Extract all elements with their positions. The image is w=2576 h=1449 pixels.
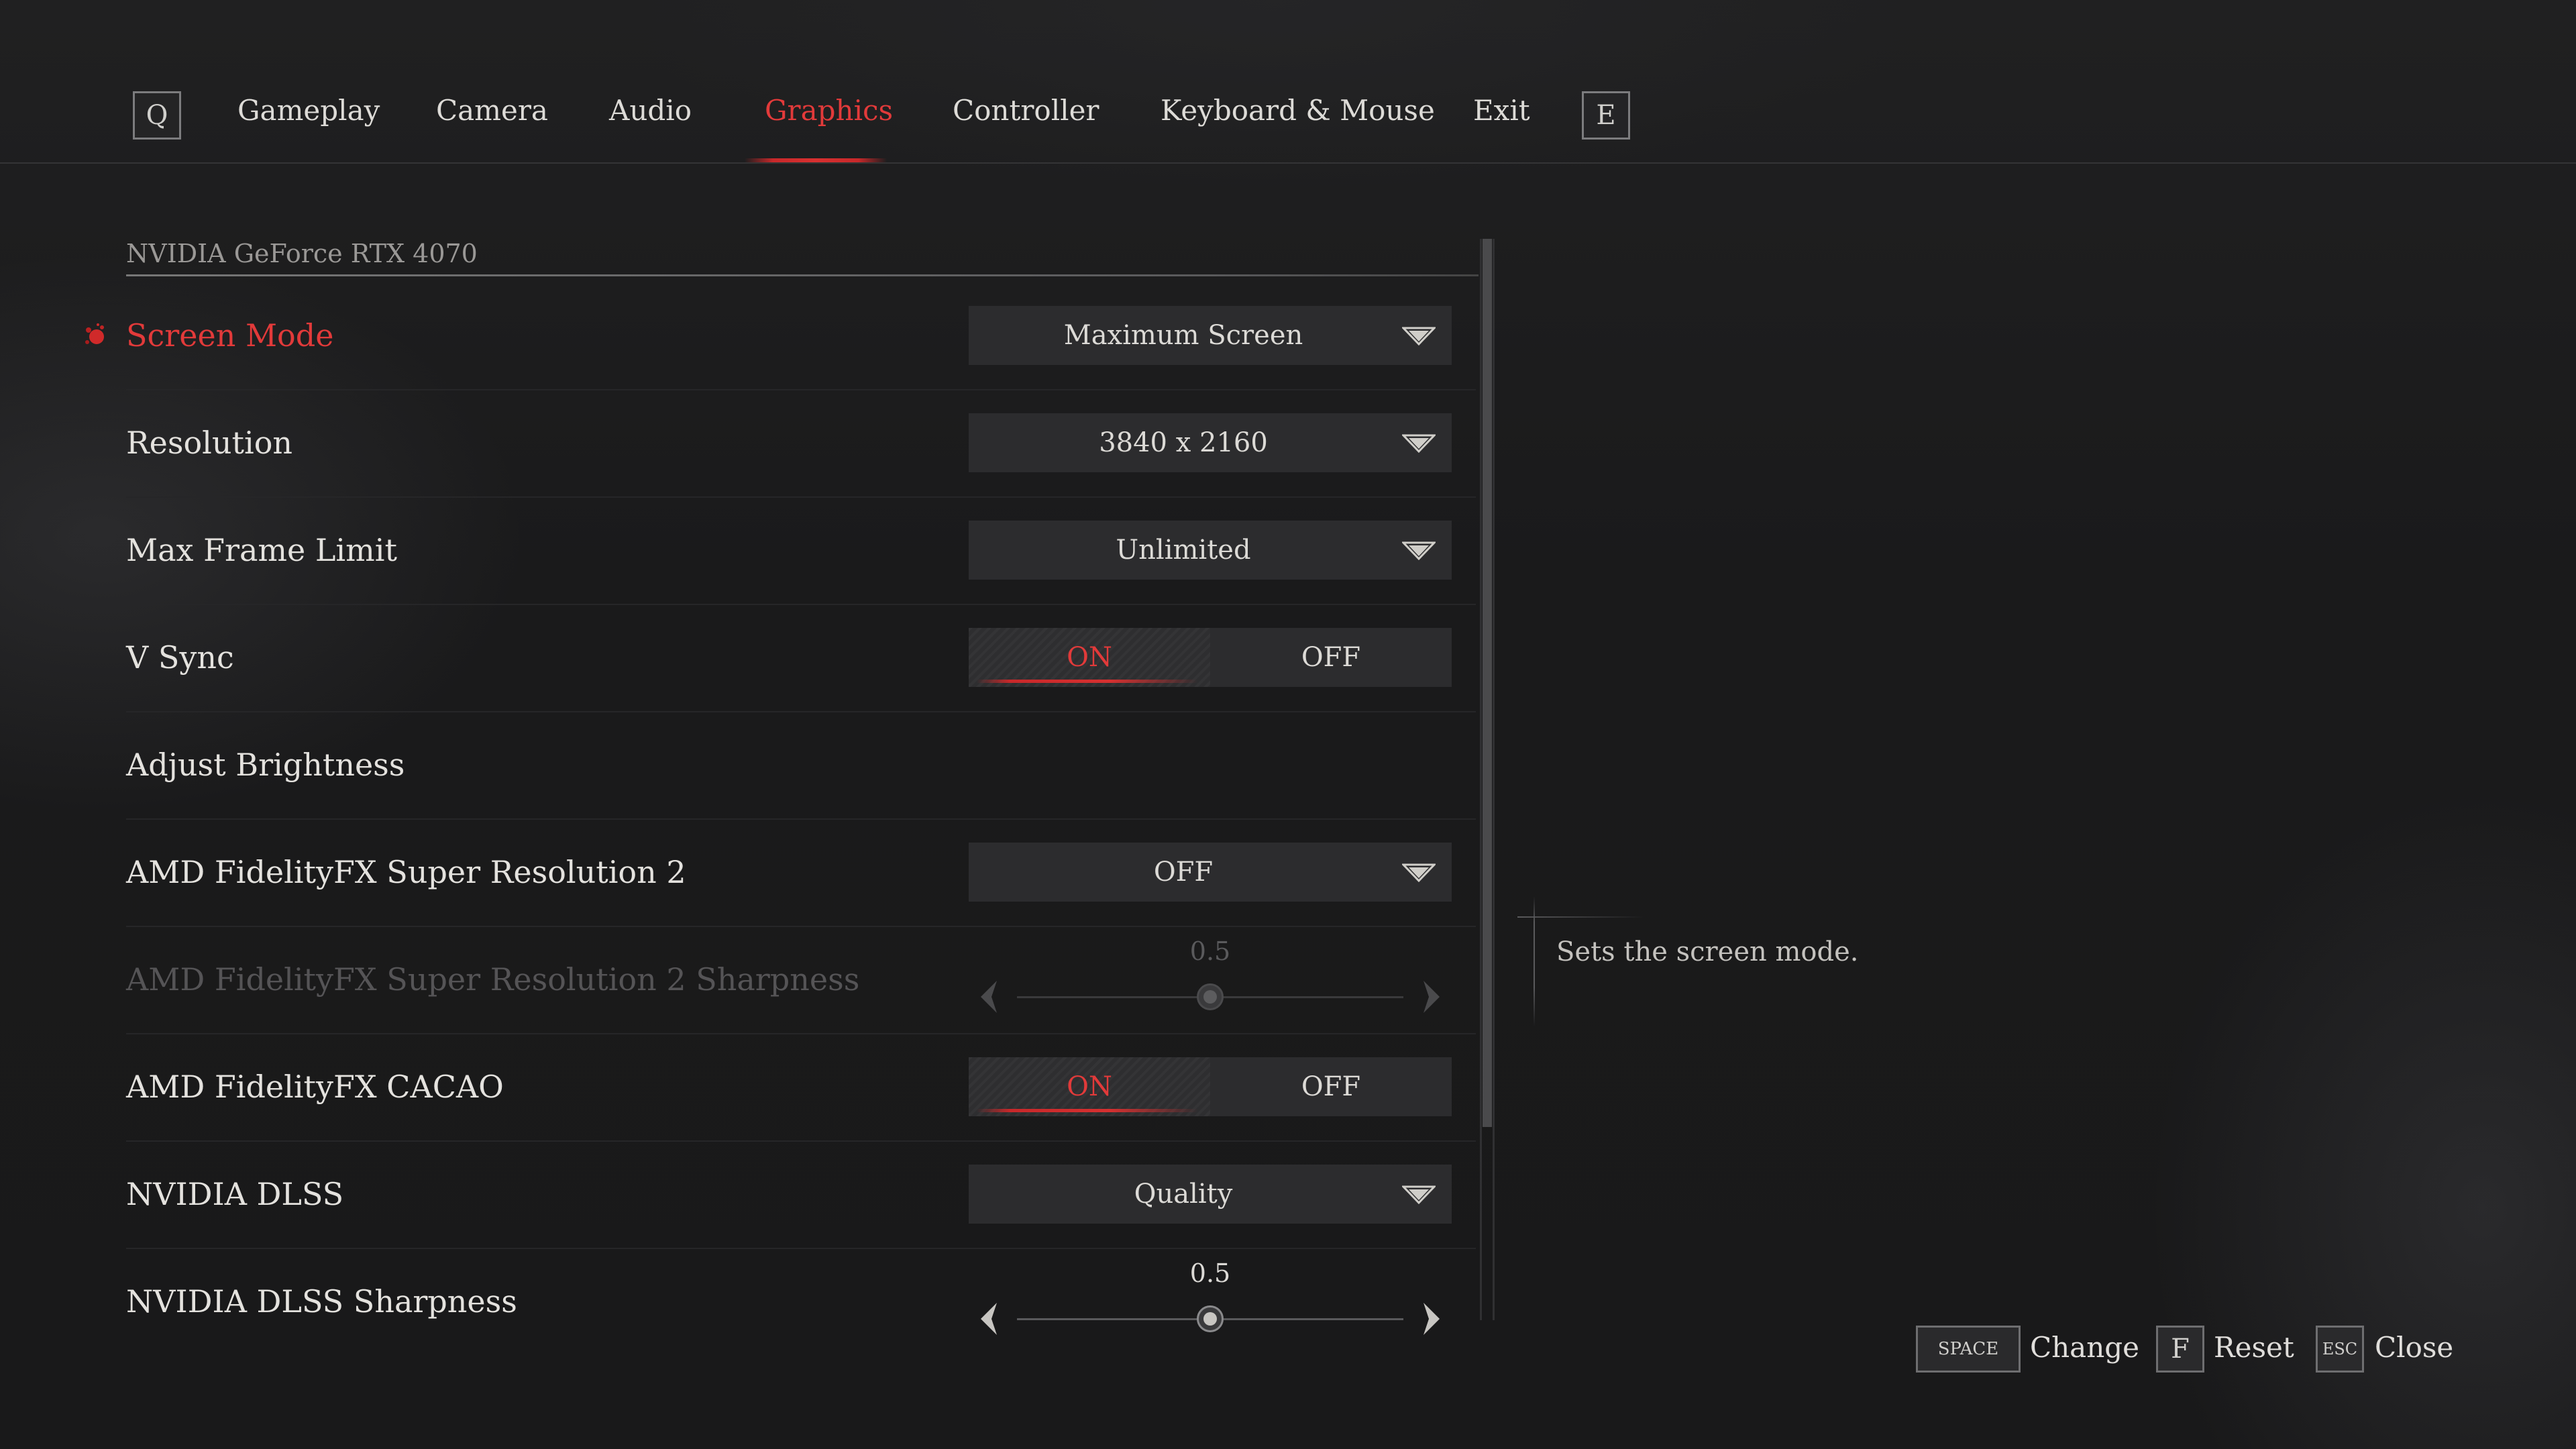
tab-keyboard-mouse[interactable]: Keyboard & Mouse bbox=[1161, 94, 1435, 127]
chevron-down-icon bbox=[1402, 541, 1436, 560]
toggle-active-underline bbox=[977, 1109, 1198, 1112]
chevron-down-icon bbox=[1402, 863, 1436, 882]
chevron-down-icon bbox=[1402, 1185, 1436, 1204]
chevron-down-icon bbox=[1402, 327, 1436, 345]
setting-label: Max Frame Limit bbox=[126, 532, 397, 568]
change-hint-label[interactable]: Change bbox=[2030, 1331, 2139, 1364]
screen-mode-dropdown[interactable]: Maximum Screen bbox=[969, 306, 1452, 365]
esc-key-icon[interactable]: ESC bbox=[2316, 1326, 2364, 1373]
max-frame-limit-dropdown[interactable]: Unlimited bbox=[969, 521, 1452, 580]
nvidia-dlss-dropdown[interactable]: Quality bbox=[969, 1165, 1452, 1224]
gpu-name: NVIDIA GeForce RTX 4070 bbox=[126, 239, 478, 268]
resolution-dropdown[interactable]: 3840 x 2160 bbox=[969, 413, 1452, 472]
setting-row-max-frame-limit[interactable]: Max Frame Limit Unlimited bbox=[126, 496, 1476, 605]
setting-row-nvidia-dlss-sharpness[interactable]: NVIDIA DLSS Sharpness 0.5 bbox=[126, 1248, 1476, 1355]
slider-value: 0.5 bbox=[1189, 936, 1231, 966]
setting-label: V Sync bbox=[126, 639, 234, 676]
chevron-right-icon bbox=[1424, 981, 1440, 1013]
prev-tab-key-q[interactable]: Q bbox=[133, 91, 181, 140]
f-key-icon[interactable]: F bbox=[2156, 1326, 2204, 1373]
close-hint-label[interactable]: Close bbox=[2375, 1331, 2453, 1364]
setting-description: Sets the screen mode. bbox=[1556, 936, 1859, 967]
amd-cacao-toggle[interactable]: ON OFF bbox=[969, 1057, 1452, 1116]
tab-exit[interactable]: Exit bbox=[1473, 94, 1530, 127]
dropdown-value: Quality bbox=[1134, 1179, 1233, 1210]
toggle-on-option[interactable]: ON bbox=[969, 628, 1210, 687]
setting-row-adjust-brightness[interactable]: Adjust Brightness bbox=[126, 711, 1476, 820]
setting-label: NVIDIA DLSS bbox=[126, 1176, 344, 1212]
v-sync-toggle[interactable]: ON OFF bbox=[969, 628, 1452, 687]
toggle-on-option[interactable]: ON bbox=[969, 1057, 1210, 1116]
settings-scrollbar-thumb[interactable] bbox=[1483, 239, 1492, 1127]
slider-knob bbox=[1197, 983, 1224, 1010]
tab-camera[interactable]: Camera bbox=[436, 94, 548, 127]
top-navigation: Q Gameplay Camera Audio Graphics Control… bbox=[0, 0, 2576, 164]
amd-fsr2-dropdown[interactable]: OFF bbox=[969, 843, 1452, 902]
setting-row-amd-cacao[interactable]: AMD FidelityFX CACAO ON OFF bbox=[126, 1033, 1476, 1142]
setting-row-nvidia-dlss[interactable]: NVIDIA DLSS Quality bbox=[126, 1140, 1476, 1249]
description-bracket bbox=[1517, 916, 1645, 918]
chevron-left-icon[interactable] bbox=[978, 1301, 998, 1336]
reset-hint-label[interactable]: Reset bbox=[2214, 1331, 2294, 1364]
tab-graphics[interactable]: Graphics bbox=[765, 94, 893, 127]
setting-row-v-sync[interactable]: V Sync ON OFF bbox=[126, 604, 1476, 712]
dropdown-value: OFF bbox=[1153, 857, 1214, 888]
chevron-left-icon bbox=[981, 981, 997, 1013]
amd-fsr2-sharpness-slider: 0.5 bbox=[969, 926, 1452, 1033]
setting-row-resolution[interactable]: Resolution 3840 x 2160 bbox=[126, 389, 1476, 498]
dropdown-value: Maximum Screen bbox=[1063, 320, 1303, 351]
setting-row-screen-mode[interactable]: Screen Mode Maximum Screen bbox=[85, 282, 1476, 390]
slider-value: 0.5 bbox=[1189, 1258, 1231, 1288]
dropdown-value: Unlimited bbox=[1116, 535, 1251, 566]
toggle-off-option[interactable]: OFF bbox=[1210, 628, 1452, 687]
selection-marker-icon bbox=[85, 323, 104, 344]
nvidia-dlss-sharpness-slider[interactable]: 0.5 bbox=[969, 1248, 1452, 1355]
dropdown-value: 3840 x 2160 bbox=[1099, 427, 1268, 458]
setting-row-amd-fsr2-sharpness: AMD FidelityFX Super Resolution 2 Sharpn… bbox=[126, 926, 1476, 1034]
toggle-off-option[interactable]: OFF bbox=[1210, 1057, 1452, 1116]
next-tab-key-e[interactable]: E bbox=[1582, 91, 1630, 140]
chevron-down-icon bbox=[1402, 434, 1436, 453]
setting-label: Screen Mode bbox=[126, 317, 334, 354]
setting-label: Resolution bbox=[126, 425, 293, 461]
setting-label: NVIDIA DLSS Sharpness bbox=[126, 1283, 517, 1320]
toggle-active-underline bbox=[977, 680, 1198, 683]
tab-audio[interactable]: Audio bbox=[609, 94, 692, 127]
tab-gameplay[interactable]: Gameplay bbox=[237, 94, 380, 127]
gpu-divider bbox=[126, 274, 1479, 276]
setting-label: AMD FidelityFX CACAO bbox=[126, 1069, 504, 1105]
slider-knob[interactable] bbox=[1197, 1305, 1224, 1332]
chevron-right-icon[interactable] bbox=[1422, 1301, 1442, 1336]
setting-row-amd-fsr2[interactable]: AMD FidelityFX Super Resolution 2 OFF bbox=[126, 818, 1476, 927]
setting-label: AMD FidelityFX Super Resolution 2 bbox=[126, 854, 686, 890]
space-key-icon[interactable]: SPACE bbox=[1916, 1326, 2021, 1373]
setting-label: AMD FidelityFX Super Resolution 2 Sharpn… bbox=[126, 961, 860, 998]
tab-controller[interactable]: Controller bbox=[953, 94, 1099, 127]
setting-label: Adjust Brightness bbox=[126, 747, 405, 783]
active-tab-underline bbox=[745, 158, 887, 162]
